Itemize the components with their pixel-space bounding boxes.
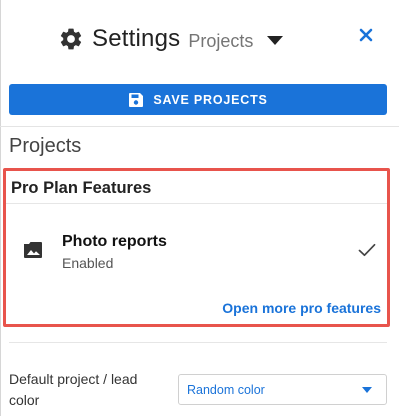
default-color-label: Default project / lead color [9,371,138,408]
caret-down-icon[interactable] [267,35,284,45]
divider [0,126,399,127]
feature-row-photo-reports[interactable]: Photo reports Enabled [6,221,387,277]
save-projects-button[interactable]: SAVE PROJECTS [9,84,387,115]
divider [6,203,387,204]
open-more-pro-features-link[interactable]: Open more pro features [222,300,381,316]
page-subtitle: Projects [188,30,254,51]
check-icon [358,243,376,257]
pro-features-title: Pro Plan Features [11,179,152,197]
settings-header: Settings Projects [0,0,399,76]
pro-features-card: Pro Plan Features Photo reports Enabled … [3,168,390,327]
save-button-label: SAVE PROJECTS [153,92,268,107]
gear-icon [60,28,82,50]
header-title-group[interactable]: Settings Projects [58,24,284,54]
close-icon [359,28,373,42]
chevron-down-icon [362,387,372,393]
floppy-disk-icon [129,92,144,107]
close-button[interactable] [356,25,376,45]
divider [9,342,387,343]
select-value: Random color [187,383,265,397]
page-title: Settings [92,25,181,52]
default-color-select[interactable]: Random color [178,374,387,405]
photo-icon [24,242,42,258]
feature-status: Enabled [62,255,114,271]
feature-name: Photo reports [62,233,167,250]
section-title: Projects [9,135,82,157]
settings-panel: Settings Projects SAVE PROJECTS Projects… [0,0,399,416]
